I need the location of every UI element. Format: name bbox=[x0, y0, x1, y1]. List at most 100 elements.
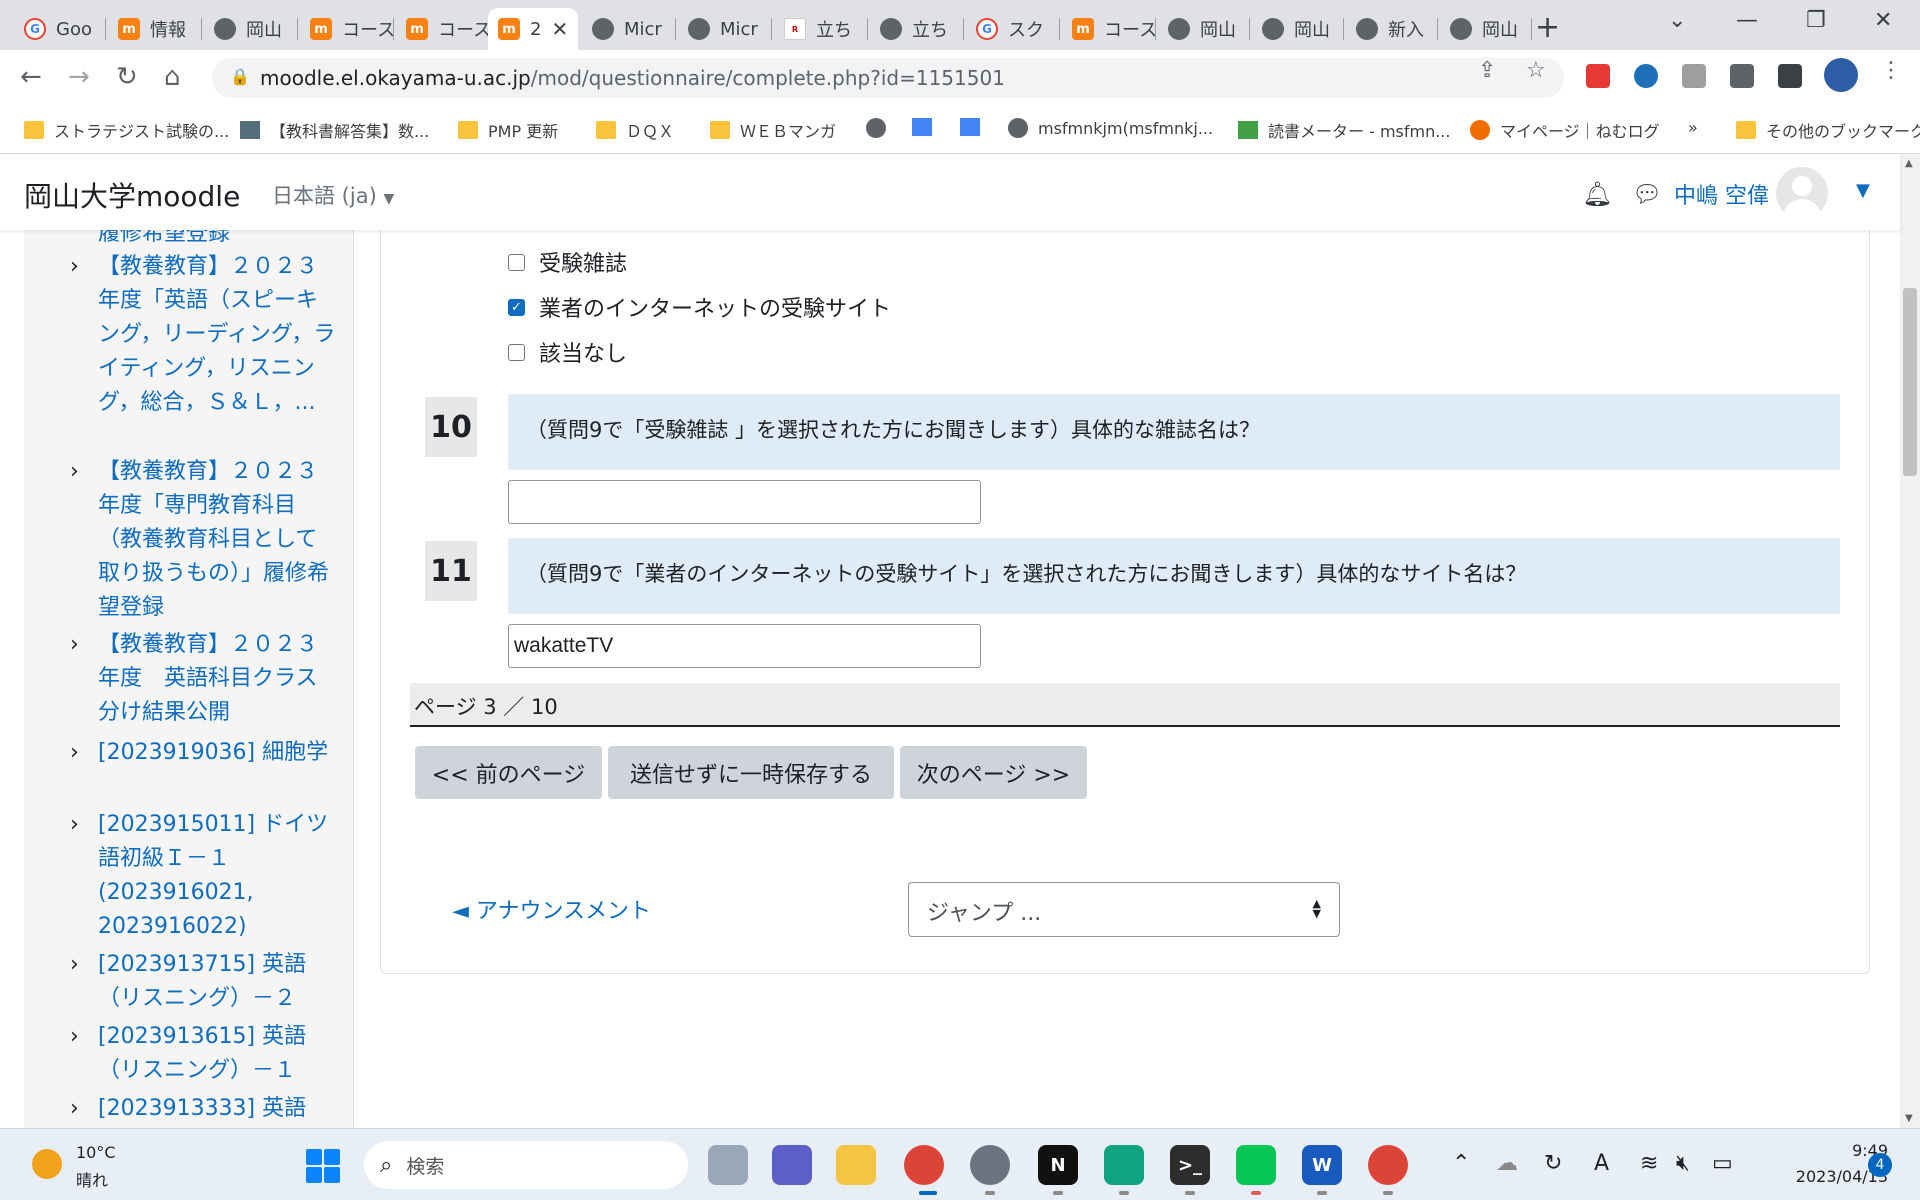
site-name[interactable]: 岡山大学moodle bbox=[24, 175, 240, 215]
bookmark[interactable]: ＤＱＸ bbox=[596, 118, 674, 142]
weather-description[interactable]: 晴れ bbox=[76, 1167, 108, 1191]
course-link[interactable]: [2023915011] ドイツ語初級Ｉ－１ (2023916021, 2023… bbox=[98, 812, 328, 939]
browser-tab[interactable]: 新入 bbox=[1346, 8, 1438, 50]
close-tab-icon[interactable]: ✕ bbox=[551, 17, 568, 41]
course-item[interactable]: › [2023913333] 英語 bbox=[70, 1092, 338, 1126]
reload-icon[interactable]: ↻ bbox=[116, 62, 138, 92]
taskbar-search[interactable]: ⌕ 検索 bbox=[364, 1141, 688, 1189]
back-icon[interactable]: ← bbox=[20, 62, 42, 92]
extension-cast-icon[interactable] bbox=[1682, 64, 1706, 88]
terminal-icon[interactable]: >_ bbox=[1170, 1145, 1210, 1185]
prev-page-button[interactable]: << 前のページ bbox=[415, 746, 602, 799]
course-item[interactable]: › 【教養教育】２０２３年度「英語（スピーキング，リーディング，ライティング，リス… bbox=[70, 250, 338, 420]
option-checkbox[interactable]: 該当なし bbox=[508, 336, 627, 368]
course-link[interactable]: 履修希望登録 bbox=[98, 230, 338, 251]
tab-search-icon[interactable]: ⌄ bbox=[1668, 8, 1686, 33]
close-window-icon[interactable]: ✕ bbox=[1874, 8, 1892, 33]
volume-muted-icon[interactable]: 🔇︎ bbox=[1676, 1151, 1690, 1176]
menu-dots-icon[interactable]: ⋮ bbox=[1880, 58, 1902, 83]
page-scrollbar[interactable]: ▲ ▼ bbox=[1900, 154, 1920, 1128]
wifi-icon[interactable]: ≋ bbox=[1640, 1151, 1658, 1176]
start-button[interactable] bbox=[306, 1149, 340, 1183]
chrome-profile-icon[interactable] bbox=[1368, 1145, 1408, 1185]
other-bookmarks[interactable]: その他のブックマーク bbox=[1736, 118, 1920, 142]
bookmark[interactable] bbox=[866, 118, 896, 138]
extension-blue-icon[interactable] bbox=[1634, 64, 1658, 88]
course-item[interactable]: › [2023915011] ドイツ語初級Ｉ－１ (2023916021, 202… bbox=[70, 808, 338, 944]
task-view-icon[interactable] bbox=[708, 1145, 748, 1185]
minimize-icon[interactable]: — bbox=[1736, 8, 1758, 33]
sync-icon[interactable]: ↻ bbox=[1544, 1151, 1562, 1176]
line-icon[interactable] bbox=[1236, 1145, 1276, 1185]
messages-icon[interactable]: 💬︎ bbox=[1632, 180, 1662, 208]
browser-tab[interactable]: Micr bbox=[582, 8, 676, 50]
browser-tab-active[interactable]: m 2 ✕ bbox=[488, 8, 578, 50]
option-checkbox[interactable]: ✓ 業者のインターネットの受験サイト bbox=[508, 291, 891, 323]
language-menu[interactable]: 日本語 (ja) ▼ bbox=[272, 180, 394, 210]
save-draft-button[interactable]: 送信せずに一時保存する bbox=[608, 746, 894, 799]
restore-icon[interactable]: ❐ bbox=[1806, 8, 1826, 33]
home-icon[interactable]: ⌂ bbox=[164, 62, 181, 92]
profile-avatar-icon[interactable] bbox=[1824, 58, 1858, 92]
bookmark-star-icon[interactable]: ☆ bbox=[1526, 58, 1546, 83]
notification-bell-icon[interactable]: 🔔︎ bbox=[1582, 180, 1612, 208]
browser-tab[interactable]: G Goo bbox=[14, 8, 106, 50]
file-explorer-icon[interactable] bbox=[836, 1145, 876, 1185]
lock-icon[interactable]: 🔒 bbox=[230, 67, 250, 86]
side-panel-icon[interactable] bbox=[1778, 64, 1802, 88]
browser-tab[interactable]: m コース bbox=[396, 8, 488, 50]
course-item[interactable]: › 【教養教育】２０２３年度 英語科目クラス分け結果公開 bbox=[70, 628, 338, 730]
browser-tab[interactable]: Micr bbox=[678, 8, 772, 50]
extension-shield-icon[interactable] bbox=[1586, 64, 1610, 88]
course-link[interactable]: [2023913615] 英語（リスニング）－１ bbox=[98, 1024, 306, 1083]
tray-overflow-icon[interactable]: ⌃ bbox=[1452, 1151, 1470, 1176]
bookmark[interactable] bbox=[960, 118, 990, 136]
browser-tab[interactable]: 岡山 bbox=[1158, 8, 1250, 50]
course-link[interactable]: [2023913333] 英語 bbox=[98, 1096, 306, 1121]
browser-tab[interactable]: 岡山 bbox=[204, 8, 298, 50]
jump-to-select[interactable]: ジャンプ ... ▲ ▼ bbox=[908, 882, 1340, 937]
course-link[interactable]: [2023913715] 英語（リスニング）－２ bbox=[98, 952, 306, 1011]
chrome-icon[interactable] bbox=[904, 1145, 944, 1185]
browser-tab[interactable]: m コース bbox=[1062, 8, 1156, 50]
course-link[interactable]: 【教養教育】２０２３年度「英語（スピーキング，リーディング，ライティング，リスニ… bbox=[98, 254, 335, 415]
bookmark[interactable]: PMP 更新 bbox=[458, 118, 558, 142]
bookmark[interactable]: 読書メーター - msfmn... bbox=[1238, 118, 1451, 142]
browser-tab[interactable]: 岡山 bbox=[1252, 8, 1344, 50]
extensions-puzzle-icon[interactable] bbox=[1730, 64, 1754, 88]
word-icon[interactable]: W bbox=[1302, 1145, 1342, 1185]
notion-icon[interactable]: N bbox=[1038, 1145, 1078, 1185]
scroll-thumb[interactable] bbox=[1903, 288, 1917, 476]
prev-activity-link[interactable]: ◄ アナウンスメント bbox=[452, 893, 651, 925]
bookmark[interactable]: ＷＥＢマンガ bbox=[710, 118, 836, 142]
weather-sun-icon[interactable] bbox=[32, 1149, 62, 1179]
onedrive-cloud-icon[interactable]: ☁ bbox=[1496, 1151, 1518, 1176]
browser-tab[interactable]: 岡山 bbox=[1440, 8, 1532, 50]
teams-chat-icon[interactable] bbox=[772, 1145, 812, 1185]
user-name[interactable]: 中嶋 空偉 bbox=[1674, 178, 1769, 210]
course-link[interactable]: 【教養教育】２０２３年度 英語科目クラス分け結果公開 bbox=[98, 632, 318, 725]
share-icon[interactable]: ⇪ bbox=[1478, 58, 1496, 83]
avatar[interactable] bbox=[1776, 167, 1828, 219]
bookmark[interactable]: マイページ｜ねむログ bbox=[1470, 118, 1660, 142]
browser-tab[interactable]: G スク bbox=[966, 8, 1060, 50]
browser-tab[interactable]: m コース bbox=[300, 8, 394, 50]
course-link[interactable]: [2023919036] 細胞学 bbox=[98, 740, 328, 765]
ime-indicator[interactable]: A bbox=[1594, 1151, 1609, 1176]
browser-tab[interactable]: m 情報 bbox=[108, 8, 202, 50]
answer-input[interactable] bbox=[508, 480, 981, 524]
chatgpt-icon[interactable] bbox=[1104, 1145, 1144, 1185]
bookmark[interactable]: 【教科書解答集】数... bbox=[240, 118, 429, 142]
browser-tab[interactable]: R 立ち bbox=[774, 8, 868, 50]
checkbox[interactable] bbox=[508, 253, 525, 271]
option-checkbox[interactable]: 受験雑誌 bbox=[508, 246, 627, 278]
user-menu-caret-icon[interactable]: ▼ bbox=[1856, 180, 1870, 201]
bookmark[interactable]: ストラテジスト試験の... bbox=[24, 118, 229, 142]
bookmarks-overflow[interactable]: » bbox=[1688, 118, 1698, 137]
checkbox[interactable] bbox=[508, 343, 525, 361]
scroll-down-icon[interactable]: ▼ bbox=[1905, 1113, 1913, 1124]
address-bar[interactable]: 🔒 moodle.el.okayama-u.ac.jp/mod/question… bbox=[212, 58, 1564, 98]
browser-tab[interactable]: 立ち bbox=[870, 8, 964, 50]
settings-gear-icon[interactable] bbox=[970, 1145, 1010, 1185]
checkbox-checked[interactable]: ✓ bbox=[508, 298, 525, 316]
